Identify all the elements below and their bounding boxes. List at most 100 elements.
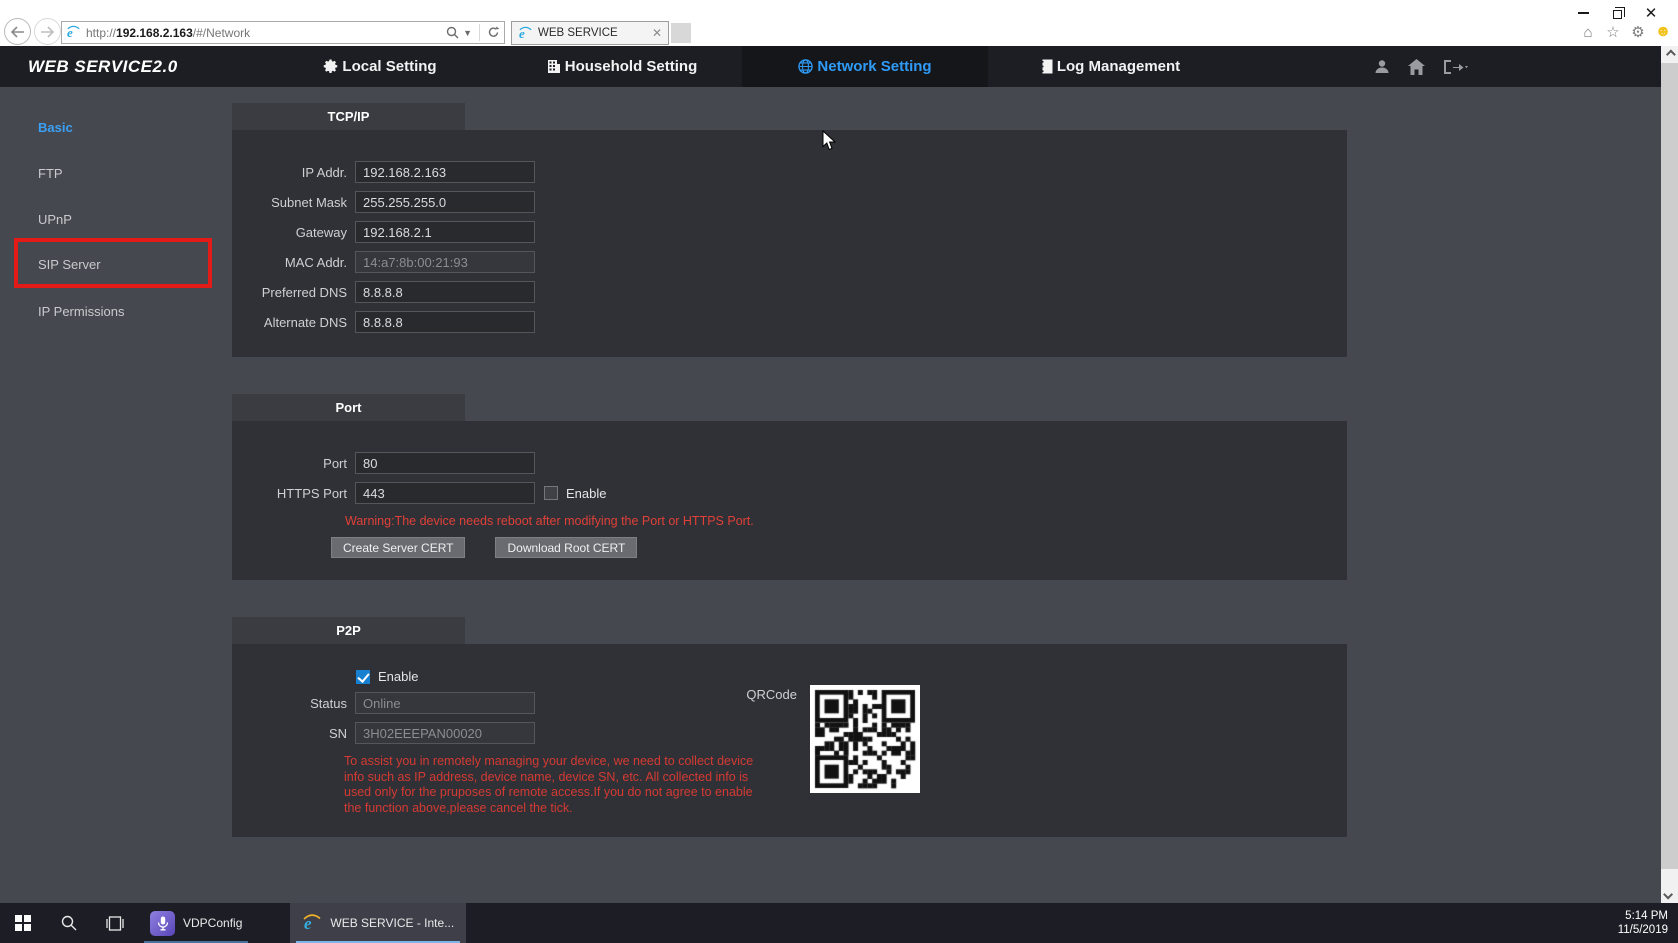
form-row: Gateway bbox=[232, 221, 1347, 243]
gateway-input[interactable] bbox=[355, 221, 535, 243]
search-icon[interactable] bbox=[446, 26, 459, 39]
tab-network-setting[interactable]: Network Setting bbox=[742, 46, 988, 87]
taskbar-app-vdpconfig[interactable]: VDPConfig bbox=[138, 903, 254, 943]
form-row: MAC Addr. bbox=[232, 251, 1347, 273]
subnet-mask-input[interactable] bbox=[355, 191, 535, 213]
ie-page-icon: e bbox=[67, 25, 80, 40]
alternate-dns-input[interactable] bbox=[355, 311, 535, 333]
restore-icon bbox=[1612, 6, 1625, 19]
field-label: HTTPS Port bbox=[276, 485, 347, 501]
taskbar-app-label: WEB SERVICE - Inte... bbox=[330, 916, 455, 930]
favorites-star-icon[interactable]: ☆ bbox=[1604, 23, 1622, 41]
tab-local-setting[interactable]: Local Setting bbox=[280, 46, 480, 87]
divider bbox=[479, 24, 480, 41]
refresh-icon[interactable] bbox=[487, 26, 500, 39]
port-input[interactable] bbox=[355, 452, 535, 474]
logout-icon[interactable] bbox=[1442, 58, 1468, 76]
taskbar-app-webservice[interactable]: e WEB SERVICE - Inte... bbox=[290, 903, 467, 943]
window-close-button[interactable]: ✕ bbox=[1634, 2, 1668, 24]
ie-page-icon: e bbox=[519, 26, 532, 41]
nav-label: Log Management bbox=[1056, 58, 1181, 75]
field-label: Port bbox=[323, 455, 347, 471]
https-enable-checkbox[interactable] bbox=[544, 486, 558, 500]
taskbar-app-label: VDPConfig bbox=[183, 916, 243, 930]
scrollbar-thumb[interactable] bbox=[1661, 63, 1678, 869]
home-icon[interactable] bbox=[1407, 58, 1426, 76]
download-root-cert-button[interactable]: Download Root CERT bbox=[495, 537, 638, 558]
address-bar[interactable]: e http://192.168.2.163/#/Network ▼ bbox=[61, 21, 505, 44]
form-row: Alternate DNS bbox=[232, 311, 1347, 333]
search-dropdown-caret[interactable]: ▼ bbox=[463, 28, 472, 38]
tab-close-icon[interactable]: ✕ bbox=[652, 26, 662, 40]
create-server-cert-button[interactable]: Create Server CERT bbox=[331, 537, 466, 558]
taskbar: VDPConfig e WEB SERVICE - Inte... 5:14 P… bbox=[0, 903, 1678, 943]
https-port-input[interactable] bbox=[355, 482, 535, 504]
settings-gear-icon[interactable]: ⚙ bbox=[1629, 23, 1647, 41]
minimize-icon bbox=[1577, 12, 1589, 14]
port-section: Port Port HTTPS Port Enable Warning:The … bbox=[232, 394, 1347, 580]
field-label: SN bbox=[328, 725, 347, 741]
search-icon bbox=[61, 915, 77, 931]
taskbar-search-button[interactable] bbox=[46, 903, 92, 943]
clock-time: 5:14 PM bbox=[1625, 910, 1668, 922]
tab-log-management[interactable]: Log Management bbox=[1010, 46, 1210, 87]
sidebar-item-ip-permissions[interactable]: IP Permissions bbox=[38, 301, 124, 321]
p2p-enable-checkbox[interactable] bbox=[356, 669, 370, 684]
p2p-sn-input bbox=[355, 722, 535, 744]
start-button[interactable] bbox=[0, 903, 46, 943]
tcpip-section: TCP/IP IP Addr. Subnet Mask Gateway MAC … bbox=[232, 103, 1347, 357]
home-icon[interactable]: ⌂ bbox=[1579, 23, 1597, 41]
internet-explorer-icon: e bbox=[303, 914, 321, 933]
p2p-section-title: P2P bbox=[232, 617, 465, 644]
p2p-section: P2P Enable Status SN To assist you bbox=[232, 617, 1347, 837]
form-row: Subnet Mask bbox=[232, 191, 1347, 213]
sidebar-item-basic[interactable]: Basic bbox=[38, 117, 73, 137]
qr-code bbox=[810, 685, 920, 793]
p2p-status-input bbox=[355, 692, 535, 714]
tab-household-setting[interactable]: Household Setting bbox=[522, 46, 722, 87]
field-label: Subnet Mask bbox=[271, 194, 347, 210]
browser-scrollbar[interactable] bbox=[1661, 46, 1678, 903]
feedback-smiley-icon[interactable]: ☻ bbox=[1654, 23, 1672, 41]
log-icon bbox=[1040, 59, 1053, 74]
window-controls: ✕ bbox=[1566, 2, 1668, 24]
app-header: WEB SERVICE2.0 Local Setting Household S… bbox=[0, 46, 1678, 87]
scroll-down-icon[interactable] bbox=[1661, 886, 1678, 903]
task-view-icon bbox=[106, 915, 124, 931]
window-minimize-button[interactable] bbox=[1566, 2, 1600, 24]
forward-arrow-icon bbox=[41, 25, 55, 38]
preferred-dns-input[interactable] bbox=[355, 281, 535, 303]
browser-forward-button[interactable] bbox=[34, 18, 61, 45]
https-enable-label: Enable bbox=[566, 485, 607, 501]
screen: e http://192.168.2.163/#/Network ▼ e WEB… bbox=[0, 0, 1678, 943]
sidebar-item-ftp[interactable]: FTP bbox=[38, 163, 63, 183]
user-icon[interactable] bbox=[1373, 58, 1391, 76]
annotation-red-box bbox=[14, 238, 212, 288]
browser-toolbar-icons: ⌂ ☆ ⚙ ☻ bbox=[1579, 23, 1672, 41]
form-row: Preferred DNS bbox=[232, 281, 1347, 303]
form-row: HTTPS Port Enable bbox=[232, 482, 1347, 504]
field-label: Status bbox=[310, 695, 347, 711]
clock-date: 11/5/2019 bbox=[1617, 924, 1668, 936]
p2p-enable-label: Enable bbox=[378, 669, 419, 684]
url-text: http://192.168.2.163/#/Network bbox=[86, 25, 251, 40]
tcpip-section-title: TCP/IP bbox=[232, 103, 465, 130]
browser-tab[interactable]: e WEB SERVICE ✕ bbox=[511, 21, 669, 45]
form-row: SN bbox=[232, 722, 535, 744]
ip-addr-input[interactable] bbox=[355, 161, 535, 183]
sidebar-item-upnp[interactable]: UPnP bbox=[38, 209, 72, 229]
tab-title: WEB SERVICE bbox=[538, 27, 618, 39]
taskbar-clock[interactable]: 5:14 PM 11/5/2019 bbox=[1618, 903, 1678, 943]
browser-chrome: e http://192.168.2.163/#/Network ▼ e WEB… bbox=[0, 0, 1678, 46]
gear-icon bbox=[324, 59, 338, 73]
new-tab-button[interactable] bbox=[671, 23, 691, 43]
task-view-button[interactable] bbox=[92, 903, 138, 943]
browser-back-button[interactable] bbox=[4, 18, 31, 45]
form-row: IP Addr. bbox=[232, 161, 1347, 183]
app-logo: WEB SERVICE2.0 bbox=[28, 56, 178, 76]
scroll-up-icon[interactable] bbox=[1661, 46, 1678, 63]
header-right-icons bbox=[1373, 46, 1468, 87]
windows-logo-icon bbox=[15, 915, 31, 931]
p2p-privacy-notice: To assist you in remotely managing your … bbox=[344, 754, 754, 815]
window-restore-button[interactable] bbox=[1600, 2, 1634, 24]
